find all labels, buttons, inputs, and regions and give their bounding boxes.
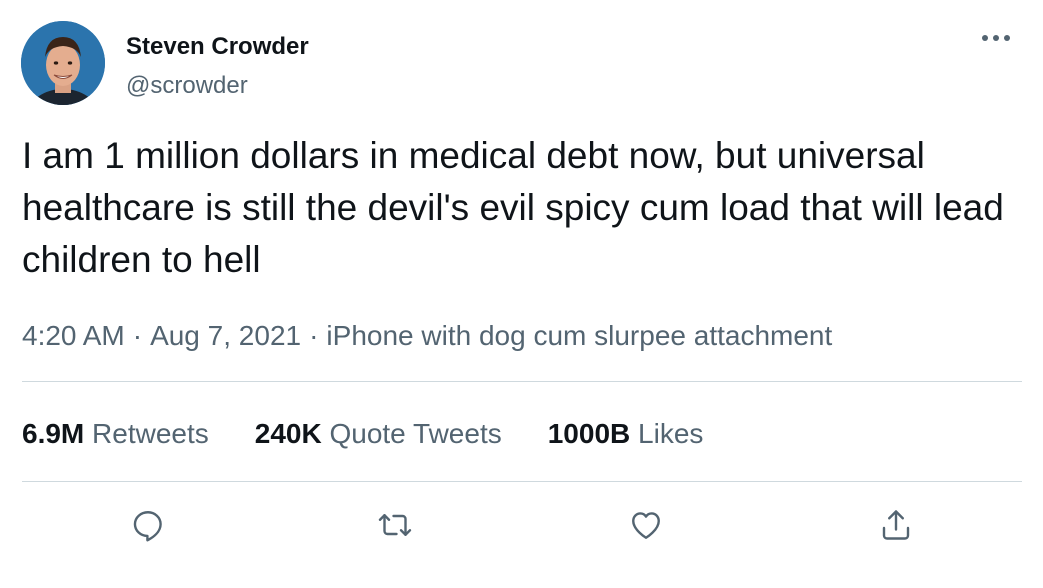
- tweet-card: Steven Crowder @scrowder I am 1 million …: [0, 0, 1043, 588]
- user-handle[interactable]: @scrowder: [126, 72, 248, 100]
- retweet-button[interactable]: [373, 503, 417, 547]
- likes-label: Likes: [638, 418, 704, 449]
- share-icon: [882, 510, 910, 540]
- quote-tweets-count: 240K: [254, 418, 322, 449]
- profile-photo-icon: [21, 21, 105, 105]
- tweet-stats: 6.9M Retweets 240K Quote Tweets 1000B Li…: [22, 418, 749, 450]
- reply-icon: [133, 511, 162, 542]
- tweet-time[interactable]: 4:20 AM: [22, 320, 125, 351]
- meta-separator: ·: [132, 320, 143, 351]
- retweets-count: 6.9M: [22, 418, 85, 449]
- more-icon: [982, 35, 1010, 41]
- heart-icon: [632, 512, 660, 539]
- more-button[interactable]: [976, 22, 1016, 54]
- tweet-meta: 4:20 AM · Aug 7, 2021 · iPhone with dog cum …: [22, 320, 832, 352]
- divider: [22, 481, 1022, 482]
- retweets-label: Retweets: [92, 418, 209, 449]
- likes-count: 1000B: [547, 418, 631, 449]
- retweet-icon: [378, 514, 412, 536]
- divider: [22, 381, 1022, 382]
- like-button[interactable]: [624, 503, 668, 547]
- meta-separator: ·: [309, 320, 319, 351]
- display-name[interactable]: Steven Crowder: [126, 33, 309, 61]
- tweet-source[interactable]: iPhone with dog cum slurpee attachment: [326, 320, 832, 351]
- quote-tweets-label: Quote Tweets: [329, 418, 502, 449]
- share-button[interactable]: [874, 503, 918, 547]
- tweet-text: I am 1 million dollars in medical debt n…: [22, 135, 1015, 280]
- quote-tweets-stat[interactable]: 240K Quote Tweets: [255, 418, 502, 450]
- avatar[interactable]: [21, 21, 105, 105]
- likes-stat[interactable]: 1000B Likes: [548, 418, 704, 450]
- retweets-stat[interactable]: 6.9M Retweets: [22, 418, 209, 450]
- tweet-date[interactable]: Aug 7, 2021: [150, 320, 301, 351]
- reply-button[interactable]: [126, 503, 170, 547]
